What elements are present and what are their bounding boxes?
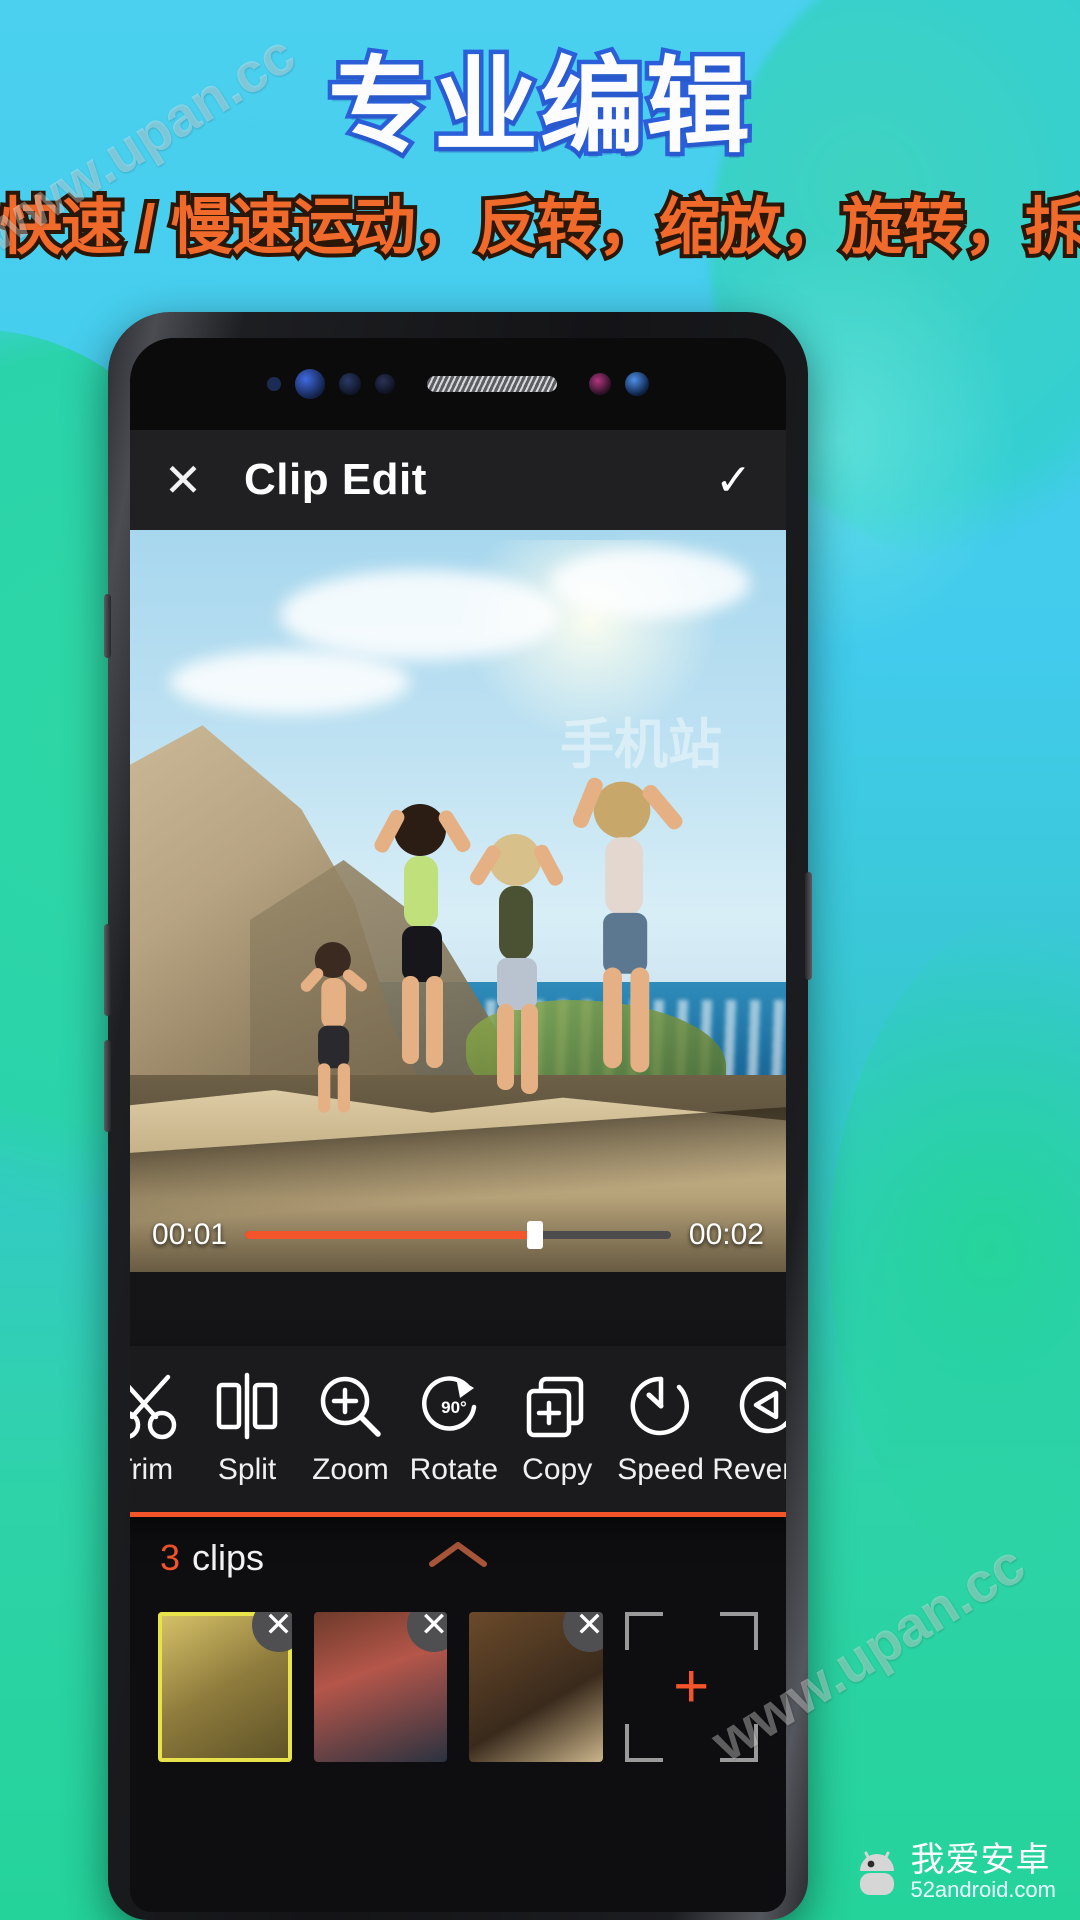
tool-label: Reverse [712, 1453, 786, 1486]
tool-rotate[interactable]: 90° Rotate [402, 1371, 505, 1487]
clips-count-label: clips [192, 1537, 265, 1578]
clips-panel-header: 3 clips [130, 1512, 786, 1604]
timeline-progress [245, 1231, 535, 1239]
tool-trim[interactable]: Trim [130, 1371, 195, 1487]
sensor-icon [267, 377, 281, 391]
proximity-sensor-icon [339, 373, 361, 395]
speedometer-icon [630, 1376, 689, 1436]
confirm-check-icon[interactable]: ✓ [715, 455, 752, 506]
phone-button-volume-up[interactable] [104, 924, 111, 1016]
delete-clip-icon[interactable]: ✕ [251, 1612, 292, 1652]
crop-corner-icon [720, 1612, 758, 1650]
promo-banner: 专业编辑 快速 / 慢速运动，反转，缩放，旋转，拆分 [0, 0, 1080, 266]
tool-label: Copy [522, 1453, 593, 1486]
tool-label: Speed [617, 1453, 704, 1486]
clips-panel: 3 clips ✕ ✕ ✕ + [130, 1512, 786, 1912]
site-badge: 我爱安卓 52android.com [844, 1839, 1066, 1906]
page-title: Clip Edit [244, 455, 427, 504]
app-header: ✕ Clip Edit ✓ [130, 430, 786, 530]
tool-reverse[interactable]: Reverse [712, 1371, 786, 1487]
tool-split[interactable]: Split [195, 1371, 298, 1487]
preview-people [300, 777, 683, 1113]
rotate-90-icon: 90° [421, 1376, 477, 1431]
svg-text:90°: 90° [441, 1398, 467, 1417]
app-screen: ✕ Clip Edit ✓ 00:01 00:02 3 clips ✕ ✕ ✕ … [130, 430, 786, 1912]
clip-thumbnail[interactable]: ✕ [158, 1612, 292, 1762]
site-badge-domain: 52android.com [910, 1876, 1056, 1902]
phone-button-bixby[interactable] [104, 594, 111, 658]
tool-zoom[interactable]: Zoom [299, 1371, 402, 1487]
clips-thumbnail-list: ✕ ✕ ✕ + [130, 1604, 786, 1762]
clip-thumbnail[interactable]: ✕ [313, 1612, 447, 1762]
timeline-total-time: 00:02 [688, 1218, 764, 1251]
phone-mockup: ✕ Clip Edit ✓ 00:01 00:02 3 clips ✕ ✕ ✕ … [104, 312, 812, 1920]
earpiece-speaker-icon [427, 376, 557, 392]
bg-blob-bottom-right [830, 900, 1080, 1600]
promo-subtitle: 快速 / 慢速运动，反转，缩放，旋转，拆分 [0, 189, 1080, 266]
add-clip-button[interactable]: + [624, 1612, 758, 1762]
timeline-track[interactable] [245, 1221, 671, 1249]
clip-thumbnail[interactable]: ✕ [469, 1612, 603, 1762]
light-sensor-icon [375, 374, 395, 394]
close-icon[interactable]: ✕ [156, 457, 210, 503]
led-indicator-icon [589, 373, 611, 395]
split-icon [216, 1372, 278, 1440]
timeline-playhead[interactable] [526, 1221, 543, 1249]
tool-label: Rotate [409, 1453, 498, 1486]
reverse-icon [739, 1376, 786, 1434]
tool-label: Trim [130, 1453, 174, 1486]
plus-icon: + [673, 1652, 710, 1721]
crop-corner-icon [624, 1724, 663, 1762]
iris-scanner-icon [295, 369, 325, 399]
promo-title: 专业编辑 [323, 47, 754, 166]
tool-label: Zoom [312, 1453, 389, 1486]
zoom-in-icon [321, 1376, 382, 1437]
delete-clip-icon[interactable]: ✕ [407, 1612, 447, 1652]
android-robot-icon [854, 1847, 900, 1899]
phone-top-bezel [130, 338, 786, 430]
phone-screen-area: ✕ Clip Edit ✓ 00:01 00:02 3 clips ✕ ✕ ✕ … [130, 338, 786, 1912]
tool-speed[interactable]: Speed [609, 1371, 712, 1487]
site-badge-text: 我爱安卓 52android.com [910, 1843, 1056, 1902]
crop-corner-icon [624, 1612, 663, 1650]
crop-corner-icon [720, 1724, 758, 1762]
video-preview[interactable]: 00:01 00:02 [130, 530, 786, 1272]
delete-clip-icon[interactable]: ✕ [562, 1612, 603, 1652]
playback-timeline[interactable]: 00:01 00:02 [130, 1198, 786, 1272]
app-screenshot: 专业编辑 快速 / 慢速运动，反转，缩放，旋转，拆分 ✕ Clip Edit ✓… [0, 0, 1080, 1920]
chevron-up-icon[interactable] [427, 1538, 489, 1577]
tool-copy[interactable]: Copy [506, 1371, 609, 1487]
phone-button-power[interactable] [805, 872, 812, 980]
scissors-icon [130, 1374, 176, 1440]
front-camera-icon [625, 372, 649, 396]
phone-button-volume-down[interactable] [104, 1040, 111, 1132]
tool-label: Split [217, 1453, 277, 1486]
clips-count: 3 [160, 1537, 181, 1578]
copy-icon [526, 1376, 584, 1438]
edit-toolbar: Trim Split [130, 1346, 786, 1517]
site-badge-name: 我爱安卓 [910, 1841, 1051, 1880]
timeline-current-time: 00:01 [152, 1218, 228, 1251]
